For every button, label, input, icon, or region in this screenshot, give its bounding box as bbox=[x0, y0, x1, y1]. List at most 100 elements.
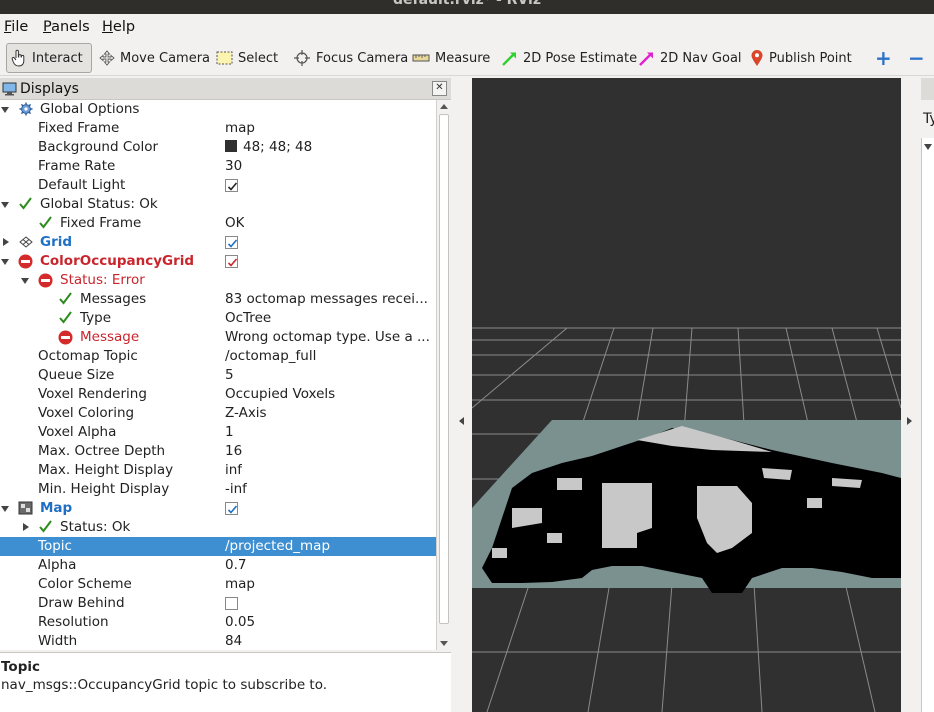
default-light-checkbox[interactable] bbox=[225, 179, 238, 192]
tree-row-messages[interactable]: Messages 83 octomap messages recei... bbox=[0, 290, 436, 309]
focus-camera-button[interactable]: Focus Camera bbox=[289, 43, 412, 73]
menu-panels[interactable]: Panels bbox=[43, 19, 90, 35]
green-check-icon bbox=[59, 292, 72, 305]
title-bar: default.rviz* - RViz bbox=[0, 0, 934, 14]
tree-value[interactable]: 16 bbox=[225, 443, 242, 459]
tree-value[interactable]: 1 bbox=[225, 424, 234, 440]
collapse-arrow-icon[interactable] bbox=[3, 238, 9, 246]
expand-arrow-icon[interactable] bbox=[1, 107, 9, 113]
expand-arrow-icon[interactable] bbox=[1, 259, 9, 265]
tree-row-alpha[interactable]: Alpha 0.7 bbox=[0, 556, 436, 575]
checkmark-icon bbox=[227, 505, 238, 514]
tree-row-global-status[interactable]: Global Status: Ok bbox=[0, 195, 436, 214]
tree-row-fixed-frame[interactable]: Fixed Frame map bbox=[0, 119, 436, 138]
2d-pose-estimate-button[interactable]: 2D Pose Estimate bbox=[497, 43, 641, 73]
tree-label: Messages bbox=[80, 291, 147, 307]
3d-viewport[interactable] bbox=[472, 78, 901, 712]
green-check-icon bbox=[39, 520, 52, 533]
tree-value[interactable]: 0.7 bbox=[225, 557, 246, 573]
tree-value: 83 octomap messages recei... bbox=[225, 291, 428, 307]
tree-row-voxel-rendering[interactable]: Voxel Rendering Occupied Voxels bbox=[0, 385, 436, 404]
measure-button[interactable]: Measure bbox=[408, 43, 494, 73]
menu-file[interactable]: File bbox=[4, 19, 28, 35]
draw-behind-checkbox[interactable] bbox=[225, 597, 238, 610]
collapse-arrow-icon[interactable] bbox=[23, 523, 29, 531]
tree-row-status-error[interactable]: Status: Error bbox=[0, 271, 436, 290]
publish-point-label: Publish Point bbox=[769, 50, 852, 66]
tree-row-voxel-coloring[interactable]: Voxel Coloring Z-Axis bbox=[0, 404, 436, 423]
tree-value-color[interactable]: 48; 48; 48 bbox=[225, 139, 312, 155]
tree-row-queue-size[interactable]: Queue Size 5 bbox=[0, 366, 436, 385]
coloroccupancygrid-checkbox[interactable] bbox=[225, 255, 238, 268]
scroll-down-icon[interactable] bbox=[440, 641, 448, 646]
tree-row-max-height-display[interactable]: Max. Height Display inf bbox=[0, 461, 436, 480]
tree-value[interactable]: Occupied Voxels bbox=[225, 386, 335, 402]
tree-value: 84 bbox=[225, 633, 243, 649]
collapse-right-icon[interactable] bbox=[907, 417, 912, 425]
tree-value[interactable]: -inf bbox=[225, 481, 247, 497]
expand-arrow-icon[interactable] bbox=[1, 202, 9, 208]
expand-arrow-icon[interactable] bbox=[924, 144, 932, 150]
tree-row-grid[interactable]: Grid bbox=[0, 233, 436, 252]
tree-row-default-light[interactable]: Default Light bbox=[0, 176, 436, 195]
select-button[interactable]: Select bbox=[212, 43, 282, 73]
add-tool-button[interactable]: + bbox=[869, 43, 898, 73]
map-checkbox[interactable] bbox=[225, 502, 238, 515]
grid-checkbox[interactable] bbox=[225, 236, 238, 249]
tree-row-gs-fixed-frame[interactable]: Fixed Frame OK bbox=[0, 214, 436, 233]
tree-row-octomap-topic[interactable]: Octomap Topic /octomap_full bbox=[0, 347, 436, 366]
scroll-up-icon[interactable] bbox=[440, 104, 448, 109]
tree-value: 0.05 bbox=[225, 614, 256, 630]
remove-tool-button[interactable]: − bbox=[902, 43, 931, 73]
tree-row-resolution[interactable]: Resolution 0.05 bbox=[0, 613, 436, 632]
displays-tree[interactable]: Global Options Fixed Frame map Backgroun… bbox=[0, 100, 436, 650]
color-swatch bbox=[225, 140, 237, 152]
description-heading: Topic bbox=[1, 659, 40, 675]
expand-arrow-icon[interactable] bbox=[1, 506, 9, 512]
displays-panel: Displays ✕ Global Options Fixed Frame ma… bbox=[0, 78, 451, 650]
tree-value[interactable]: map bbox=[225, 576, 255, 592]
tree-value[interactable]: 5 bbox=[225, 367, 234, 383]
tree-value[interactable]: map bbox=[225, 120, 255, 136]
tree-value[interactable]: /octomap_full bbox=[225, 348, 316, 364]
tree-value[interactable]: inf bbox=[225, 462, 242, 478]
tree-row-topic[interactable]: Topic /projected_map bbox=[0, 537, 436, 556]
tree-row-global-options[interactable]: Global Options bbox=[0, 100, 436, 119]
views-panel-body bbox=[921, 138, 934, 712]
tree-row-background-color[interactable]: Background Color 48; 48; 48 bbox=[0, 138, 436, 157]
map-icon bbox=[18, 501, 33, 515]
move-camera-button[interactable]: Move Camera bbox=[95, 43, 214, 73]
expand-arrow-icon[interactable] bbox=[21, 278, 29, 284]
tree-scrollbar[interactable] bbox=[436, 100, 451, 650]
collapse-left-icon[interactable] bbox=[459, 417, 464, 425]
tree-label: Max. Octree Depth bbox=[38, 443, 166, 459]
tree-value[interactable]: 30 bbox=[225, 158, 242, 174]
tree-label: Voxel Rendering bbox=[38, 386, 147, 402]
2d-nav-goal-button[interactable]: 2D Nav Goal bbox=[634, 43, 746, 73]
tree-row-max-octree-depth[interactable]: Max. Octree Depth 16 bbox=[0, 442, 436, 461]
move-arrows-icon bbox=[99, 50, 115, 66]
interact-button[interactable]: Interact bbox=[6, 43, 92, 73]
tree-row-min-height-display[interactable]: Min. Height Display -inf bbox=[0, 480, 436, 499]
tree-row-width[interactable]: Width 84 bbox=[0, 632, 436, 650]
tree-row-draw-behind[interactable]: Draw Behind bbox=[0, 594, 436, 613]
tree-value[interactable]: Z-Axis bbox=[225, 405, 267, 421]
tree-row-map[interactable]: Map bbox=[0, 499, 436, 518]
tree-label: Alpha bbox=[38, 557, 77, 573]
close-panel-button[interactable]: ✕ bbox=[432, 81, 447, 96]
publish-point-button[interactable]: Publish Point bbox=[746, 43, 856, 73]
tree-row-map-status[interactable]: Status: Ok bbox=[0, 518, 436, 537]
gear-icon bbox=[19, 102, 33, 116]
left-splitter[interactable] bbox=[451, 78, 472, 712]
tree-row-voxel-alpha[interactable]: Voxel Alpha 1 bbox=[0, 423, 436, 442]
tree-row-coloroccupancygrid[interactable]: ColorOccupancyGrid bbox=[0, 252, 436, 271]
scrollbar-thumb[interactable] bbox=[439, 114, 449, 624]
move-camera-label: Move Camera bbox=[120, 50, 211, 66]
tree-row-color-scheme[interactable]: Color Scheme map bbox=[0, 575, 436, 594]
tree-row-type[interactable]: Type OcTree bbox=[0, 309, 436, 328]
menu-help[interactable]: Help bbox=[102, 19, 135, 35]
tree-row-message[interactable]: Message Wrong octomap type. Use a ... bbox=[0, 328, 436, 347]
tree-value[interactable]: /projected_map bbox=[225, 538, 330, 554]
tree-row-frame-rate[interactable]: Frame Rate 30 bbox=[0, 157, 436, 176]
2d-nav-goal-label: 2D Nav Goal bbox=[660, 50, 742, 66]
